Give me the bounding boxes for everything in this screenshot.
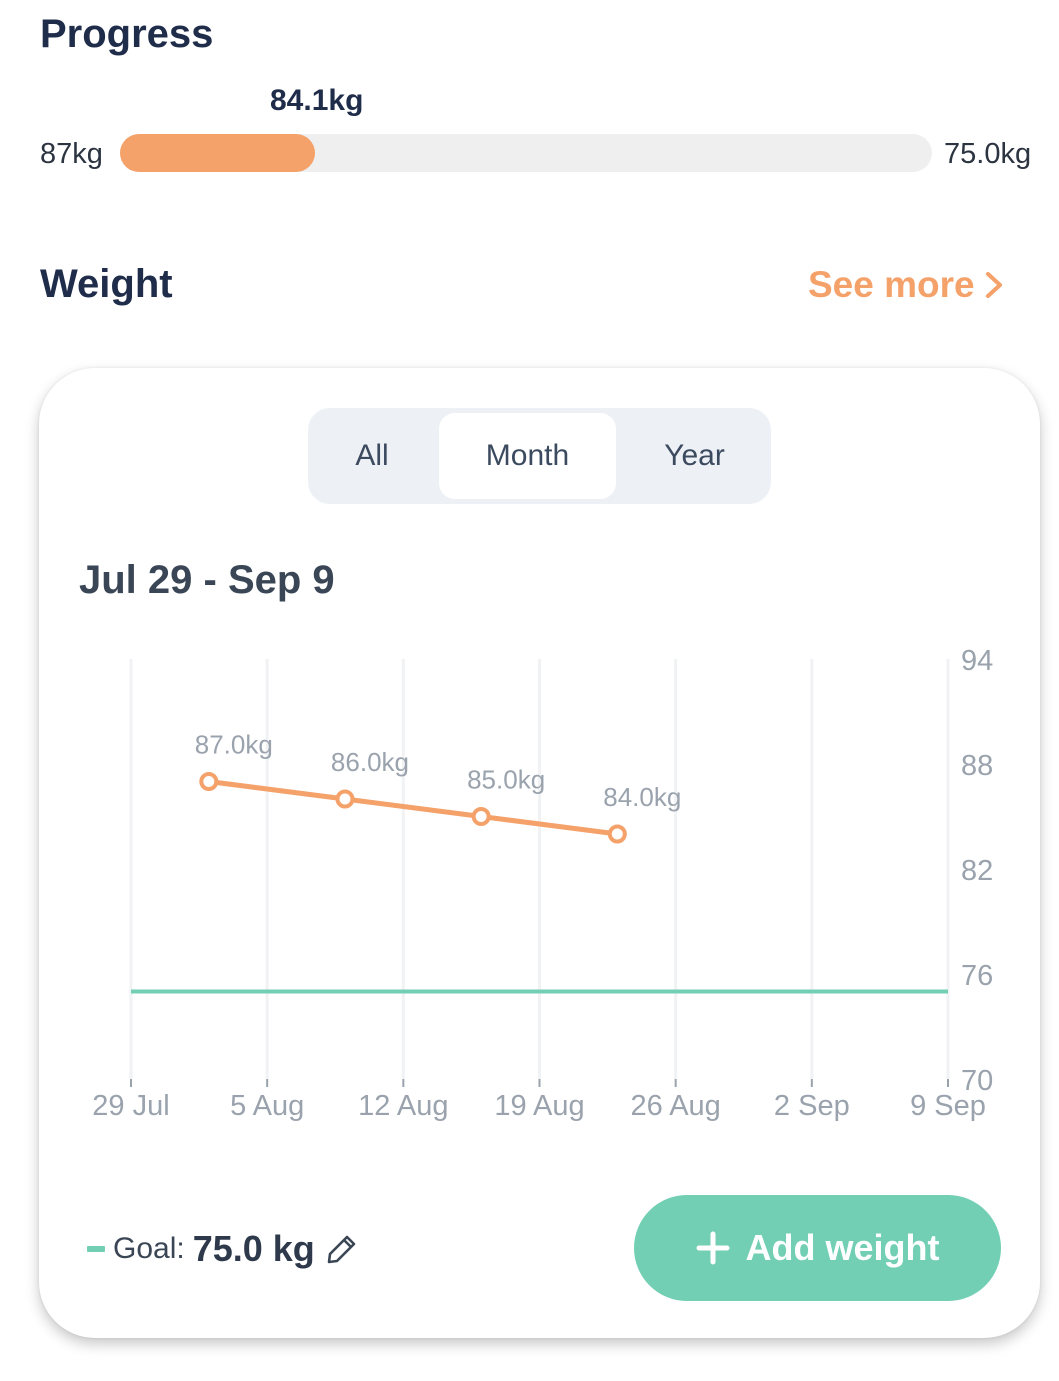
x-tick-label: 5 Aug [230, 1090, 304, 1122]
goal-line-swatch [87, 1246, 105, 1252]
x-tick-label: 19 Aug [494, 1090, 584, 1122]
progress-bar-fill [120, 134, 315, 172]
progress-target-weight: 75.0kg [944, 138, 1032, 170]
y-tick-label: 88 [961, 750, 993, 782]
pencil-icon[interactable] [325, 1232, 359, 1266]
x-tick-label: 29 Jul [92, 1090, 169, 1122]
goal-label: Goal: [113, 1232, 185, 1265]
data-label: 86.0kg [331, 747, 409, 777]
see-more-label: See more [808, 264, 975, 305]
data-point [607, 824, 627, 844]
weight-section-title: Weight [40, 262, 173, 306]
y-tick-label: 94 [961, 645, 993, 677]
series-line [208, 779, 618, 837]
progress-bar [120, 134, 932, 172]
weight-card: All Month Year Jul 29 - Sep 9 29 Jul 5 Au… [39, 368, 1040, 1338]
data-point [471, 807, 491, 826]
progress-current-weight: 84.1kg [270, 84, 364, 117]
y-tick-label: 82 [961, 855, 993, 887]
see-more-link[interactable]: See more [808, 264, 1007, 306]
progress-start-weight: 87kg [40, 138, 103, 170]
goal-legend: Goal: 75.0 kg [87, 1228, 359, 1270]
y-tick-label: 70 [961, 1065, 993, 1097]
add-weight-label: Add weight [745, 1227, 940, 1268]
plus-icon [696, 1231, 729, 1265]
x-tick-label: 26 Aug [631, 1090, 721, 1122]
y-tick-label: 76 [961, 960, 993, 992]
data-label: 87.0kg [195, 730, 273, 760]
data-point [335, 789, 355, 809]
x-tick-label: 2 Sep [774, 1090, 850, 1122]
weight-chart: 29 Jul 5 Aug 12 Aug 19 Aug 26 Aug 2 Sep 9 Sep9… [92, 645, 993, 1122]
x-tick-label: 12 Aug [358, 1090, 448, 1122]
progress-title: Progress [40, 12, 214, 56]
chevron-right-icon [985, 272, 1002, 298]
data-point [199, 772, 219, 791]
data-label: 85.0kg [467, 765, 545, 795]
data-label: 84.0kg [603, 782, 681, 812]
add-weight-button[interactable]: Add weight [634, 1195, 1001, 1301]
goal-value: 75.0 kg [192, 1228, 315, 1269]
